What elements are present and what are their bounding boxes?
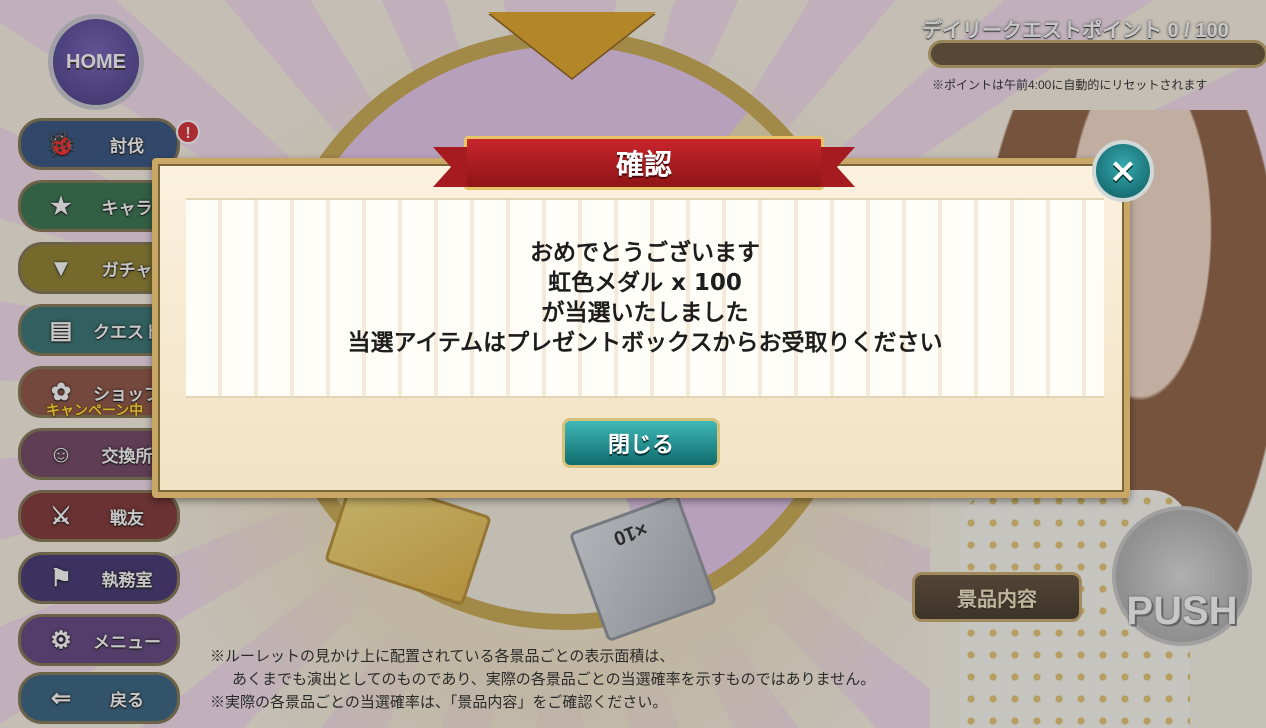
dialog-title: 確認 [433,136,855,190]
dialog-message-line: おめでとうございます [530,240,760,266]
dialog-message-line: 当選アイテムはプレゼントボックスからお受取りください [347,330,943,356]
dialog-message-line: が当選いたしました [541,300,749,326]
dialog-message-panel: おめでとうございます 虹色メダル x 100 が当選いたしました 当選アイテムは… [186,198,1104,398]
dialog-message-line: 虹色メダル x 100 [548,270,742,296]
close-icon[interactable]: × [1092,140,1154,202]
close-button[interactable]: 閉じる [562,418,720,468]
